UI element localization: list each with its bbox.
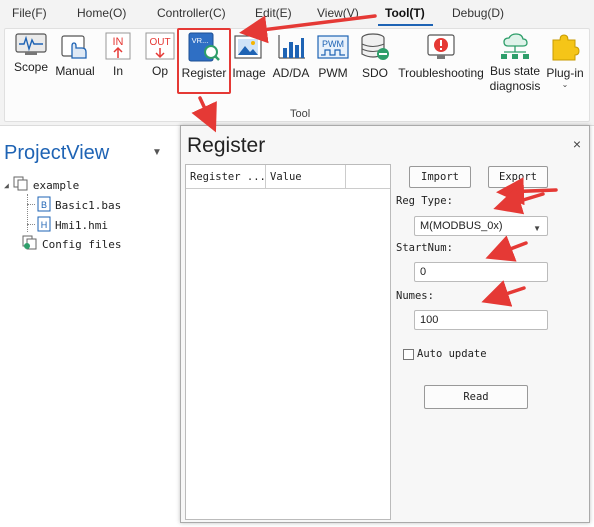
tree-connector xyxy=(27,194,28,232)
input-icon: IN xyxy=(105,32,131,60)
basic-file-icon: B xyxy=(37,196,51,215)
reg-type-select[interactable]: M(MODBUS_0x) ▼ xyxy=(414,216,548,236)
numes-label: Numes: xyxy=(396,290,434,302)
sdo-button[interactable]: SDO xyxy=(359,32,391,92)
numes-input[interactable]: 100 xyxy=(414,310,548,330)
puzzle-icon xyxy=(552,34,580,61)
tool-label: In xyxy=(112,64,123,78)
tool-label: Scope xyxy=(13,60,49,74)
ribbon: Tool Scope Manual IN In OUT Op VR... Reg… xyxy=(0,26,594,126)
hand-icon xyxy=(61,35,87,59)
menu-edit[interactable]: Edit(E) xyxy=(255,6,292,20)
tree-item-basic-file[interactable]: B Basic1.bas xyxy=(37,196,121,214)
reg-type-value: M(MODBUS_0x) xyxy=(420,220,503,232)
register-highlight xyxy=(177,28,231,94)
network-icon xyxy=(501,33,529,59)
hmi-file-icon: H xyxy=(37,216,51,235)
read-button[interactable]: Read xyxy=(424,385,528,409)
project-view-title: ProjectView xyxy=(4,142,110,164)
tree-label-basic-file: Basic1.bas xyxy=(55,198,122,212)
tree-connector xyxy=(27,204,35,205)
ribbon-group-label: Tool xyxy=(290,108,311,120)
register-table[interactable]: Register ... Value xyxy=(185,164,391,520)
tool-label: Image xyxy=(232,66,266,80)
svg-text:B: B xyxy=(41,200,47,210)
manual-button[interactable]: Manual xyxy=(53,32,97,92)
tree-item-config[interactable]: Config files xyxy=(22,235,121,253)
pwm-icon: PWM xyxy=(317,35,349,59)
project-icon xyxy=(13,176,29,194)
auto-update-checkbox[interactable] xyxy=(403,349,414,360)
menu-debug[interactable]: Debug(D) xyxy=(452,6,504,20)
column-header-empty xyxy=(346,165,390,189)
tool-label: Plug-in xyxy=(546,66,584,80)
scope-icon xyxy=(15,33,47,55)
start-num-label: StartNum: xyxy=(396,242,453,254)
plugin-button[interactable]: Plug-in ⌄ xyxy=(543,32,587,92)
chevron-down-icon[interactable]: ⌄ xyxy=(543,81,587,89)
troubleshooting-button[interactable]: Troubleshooting xyxy=(397,32,485,92)
tool-label: Op xyxy=(151,64,168,78)
database-icon xyxy=(361,33,389,60)
svg-text:H: H xyxy=(41,220,48,230)
tree-label-hmi-file: Hmi1.hmi xyxy=(55,218,108,232)
tool-label-line1: Bus state xyxy=(489,64,541,78)
chevron-down-icon: ▼ xyxy=(533,224,541,233)
tool-label-line2: diagnosis xyxy=(489,79,541,93)
export-button[interactable]: Export xyxy=(488,166,548,188)
dialog-title: Register xyxy=(187,134,266,157)
collapse-arrow-icon[interactable]: ◢ xyxy=(4,181,9,190)
bus-state-diagnosis-button[interactable]: Bus state diagnosis xyxy=(487,32,543,93)
table-header: Register ... Value xyxy=(186,165,390,189)
menu-bar: File(F) Home(O) Controller(C) Edit(E) Vi… xyxy=(0,0,594,26)
output-icon: OUT xyxy=(145,32,175,60)
register-dialog: Register × Register ... Value Import Exp… xyxy=(180,125,590,523)
image-icon xyxy=(234,35,262,59)
auto-update-label: Auto update xyxy=(417,348,487,360)
pwm-button[interactable]: PWM PWM xyxy=(316,32,350,92)
reg-type-label: Reg Type: xyxy=(396,195,453,207)
column-header-value[interactable]: Value xyxy=(266,165,346,189)
tool-label: AD/DA xyxy=(272,66,310,80)
menu-home[interactable]: Home(O) xyxy=(77,6,126,20)
tree-item-root[interactable]: ◢ example xyxy=(4,176,79,194)
close-icon[interactable]: × xyxy=(573,136,581,152)
tree-item-hmi-file[interactable]: H Hmi1.hmi xyxy=(37,216,108,234)
tool-label: SDO xyxy=(361,66,388,80)
tool-label: Troubleshooting xyxy=(398,66,484,80)
menu-tool[interactable]: Tool(T) xyxy=(385,6,425,20)
menu-controller[interactable]: Controller(C) xyxy=(157,6,226,20)
column-header-register[interactable]: Register ... xyxy=(186,165,266,189)
tree-label-config: Config files xyxy=(42,237,122,251)
tool-label: PWM xyxy=(318,66,348,80)
scope-button[interactable]: Scope xyxy=(12,32,50,92)
tree-label-root: example xyxy=(32,178,80,192)
config-files-icon xyxy=(22,235,38,253)
chart-icon xyxy=(278,35,305,59)
in-button[interactable]: IN In xyxy=(104,32,132,92)
menu-file[interactable]: File(F) xyxy=(12,6,47,20)
menu-view[interactable]: View(V) xyxy=(317,6,359,20)
import-button[interactable]: Import xyxy=(409,166,471,188)
tree-connector xyxy=(27,224,35,225)
svg-text:PWM: PWM xyxy=(322,39,344,49)
op-button[interactable]: OUT Op xyxy=(144,32,176,92)
dropdown-arrow-icon[interactable]: ▼ xyxy=(152,147,162,158)
svg-text:OUT: OUT xyxy=(149,37,170,48)
start-num-input[interactable]: 0 xyxy=(414,262,548,282)
alert-icon xyxy=(427,34,455,59)
svg-text:IN: IN xyxy=(113,36,124,48)
image-button[interactable]: Image xyxy=(232,32,266,92)
adda-button[interactable]: AD/DA xyxy=(270,32,312,92)
tool-label: Manual xyxy=(55,64,95,78)
